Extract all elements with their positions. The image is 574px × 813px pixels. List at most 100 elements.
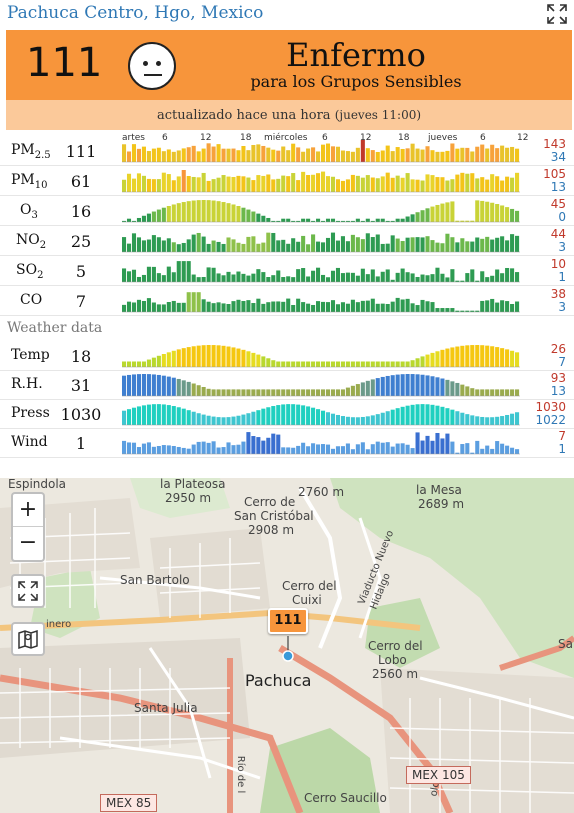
fullscreen-icon[interactable] xyxy=(546,3,568,25)
sparkline-bar xyxy=(206,200,211,222)
sparkline-bar xyxy=(425,301,430,312)
measure-label: O3 xyxy=(20,202,38,221)
sparkline-bar xyxy=(191,145,196,162)
sparkline-bar xyxy=(485,179,490,192)
sparkline-bar xyxy=(335,146,340,162)
sparkline-bar xyxy=(425,236,430,252)
sparkline-bar xyxy=(216,389,221,396)
measure-row-o3[interactable]: O3 16 45 0 xyxy=(0,196,574,226)
sparkline-bar xyxy=(375,151,380,162)
sparkline-bar xyxy=(321,274,326,282)
sparkline-bar xyxy=(390,301,395,312)
sparkline-bar xyxy=(450,347,455,367)
sparkline-bar xyxy=(345,241,350,252)
fullscreen-map-button[interactable] xyxy=(11,574,45,608)
sparkline-bar xyxy=(355,237,360,252)
measure-row-no2[interactable]: NO2 25 44 3 xyxy=(0,226,574,256)
sparkline-bar xyxy=(171,151,176,162)
measure-row-press[interactable]: Press 1030 1030 1022 xyxy=(0,399,574,429)
sparkline-bar xyxy=(236,444,241,454)
sparkline-bar xyxy=(465,147,470,162)
map-layers-button[interactable] xyxy=(11,622,45,656)
sparkline-bar xyxy=(410,179,415,192)
sparkline-bar xyxy=(460,147,465,162)
sparkline-bar xyxy=(445,277,450,282)
sparkline-bar xyxy=(206,180,211,192)
sparkline-bar xyxy=(221,202,226,222)
sparkline-bar xyxy=(480,177,485,192)
zoom-out-button[interactable]: − xyxy=(13,527,43,560)
sparkline-bar xyxy=(325,412,331,425)
sparkline-bar xyxy=(465,443,470,454)
sparkline-bar xyxy=(146,151,151,162)
sparkline-bar xyxy=(395,218,400,222)
sparkline-bar xyxy=(485,389,490,396)
sparkline-bar xyxy=(510,389,515,396)
sparkline-bar xyxy=(425,404,430,425)
sparkline-bar xyxy=(515,412,520,425)
sparkline-bar xyxy=(345,387,350,396)
map[interactable]: Espindola la Plateosa 2950 m 2760 m la M… xyxy=(0,478,574,813)
sparkline-bar xyxy=(316,409,321,425)
sparkline-bar xyxy=(350,234,355,252)
map-label-cerro-sc-elev: 2908 m xyxy=(248,523,295,537)
sparkline-bar xyxy=(316,241,321,252)
measure-row-co[interactable]: CO 7 38 3 xyxy=(0,286,574,316)
measure-row-rh[interactable]: R.H. 31 93 13 xyxy=(0,370,574,400)
sparkline-bar xyxy=(171,242,176,252)
sparkline-bar xyxy=(375,378,380,396)
sparkline-bar xyxy=(161,172,166,192)
sparkline-bar xyxy=(156,273,161,282)
sparkline-bar xyxy=(266,358,271,367)
sparkline-bar xyxy=(445,308,450,312)
sparkline-bar xyxy=(480,345,485,367)
sparkline-bar xyxy=(380,176,385,192)
measure-row-pm10[interactable]: PM10 61 105 13 xyxy=(0,166,574,196)
sparkline-bar xyxy=(380,218,385,222)
sparkline-bar xyxy=(375,218,380,222)
sparkline-bar xyxy=(141,175,146,192)
measure-row-so2[interactable]: SO2 5 10 1 xyxy=(0,256,574,286)
measure-row-wind[interactable]: Wind 1 7 1 xyxy=(0,428,574,458)
aqi-map-marker[interactable]: 111 xyxy=(268,608,308,634)
map-shield-mex105: MEX 105 xyxy=(406,766,471,784)
sparkline-bar xyxy=(350,361,355,367)
zoom-in-button[interactable]: + xyxy=(13,494,43,527)
sparkline-bar xyxy=(375,276,380,282)
sparkline-bar xyxy=(186,201,191,222)
measure-row-temp[interactable]: Temp 18 26 7 xyxy=(0,341,574,371)
sparkline-bar xyxy=(276,270,281,282)
sparkline-bar xyxy=(330,232,336,252)
sparkline-bar xyxy=(400,241,405,252)
sparkline-bar xyxy=(141,300,146,312)
sparkline-bar xyxy=(415,212,420,222)
sparkline-bar xyxy=(261,356,266,367)
sparkline-bar xyxy=(221,303,226,312)
sparkline-bar xyxy=(460,345,465,367)
sparkline-bar xyxy=(201,441,206,454)
sparkline-bar xyxy=(400,299,405,312)
sparkline-bar xyxy=(226,442,231,454)
sparkline-bar xyxy=(425,354,430,367)
sparkline-bar xyxy=(306,303,311,312)
sparkline-bar xyxy=(440,203,445,222)
min-value: 1 xyxy=(558,442,566,456)
sparkline-bar xyxy=(430,352,435,367)
sparkline-bar xyxy=(440,308,445,312)
sparkline-bar xyxy=(395,443,400,454)
sparkline-bar xyxy=(211,267,216,282)
sparkline-bar xyxy=(435,267,440,282)
sparkline-bar xyxy=(226,176,231,192)
sparkline-bar xyxy=(355,361,360,367)
sparkline-bar xyxy=(395,272,400,282)
sparkline-bar xyxy=(286,176,291,192)
sparkline-bar xyxy=(301,151,306,162)
sparkline-bar xyxy=(365,449,370,454)
sparkline-bar xyxy=(495,389,500,396)
sparkline-bar xyxy=(325,389,331,396)
measure-row-pm25[interactable]: PM2.5 111 143 34 xyxy=(0,136,574,166)
station-name-link[interactable]: Pachuca Centro, Hgo, Mexico xyxy=(7,3,263,23)
sparkline-bar xyxy=(355,417,360,425)
sparkline-bar xyxy=(171,350,176,367)
sparkline-bar xyxy=(410,237,415,252)
